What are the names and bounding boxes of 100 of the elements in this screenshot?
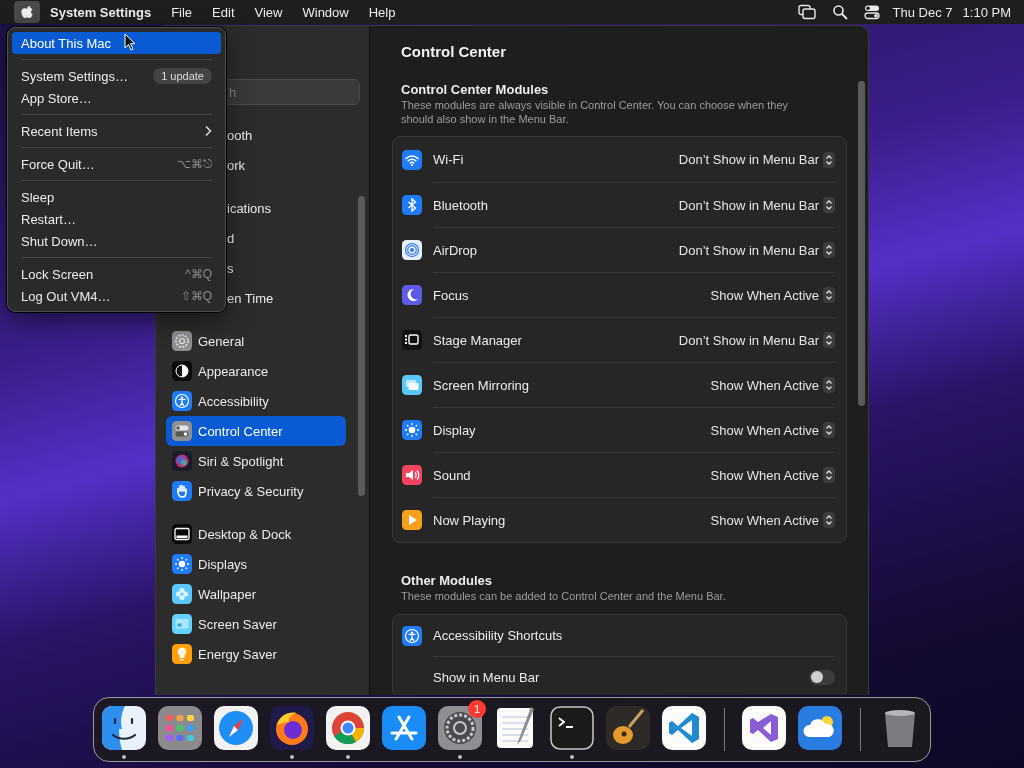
shortcut-text: ⌥⌘⎋	[177, 157, 212, 171]
compass-icon	[213, 705, 259, 751]
wifi-icon	[402, 149, 422, 170]
code-icon	[661, 705, 707, 751]
sidebar-item[interactable]: Wallpaper	[166, 579, 346, 609]
airdrop-icon	[402, 239, 422, 260]
dock-item[interactable]: 1	[432, 698, 488, 761]
hand-icon	[172, 481, 192, 501]
flame-globe-icon	[269, 705, 315, 751]
orb-icon	[172, 451, 192, 471]
running-indicator	[290, 755, 294, 759]
sidebar-item[interactable]: Privacy & Security	[166, 476, 346, 506]
sun-icon	[172, 554, 192, 574]
scrollbar-thumb[interactable]	[358, 196, 365, 496]
screen-icon	[172, 614, 192, 634]
sidebar-item[interactable]: Screen Saver	[166, 609, 346, 639]
module-label: Screen Mirroring	[433, 377, 531, 393]
menu-item[interactable]: About This Mac	[12, 32, 221, 54]
sidebar-item[interactable]: Displays	[166, 549, 346, 579]
guitar-icon	[605, 705, 651, 751]
screen-mirroring-icon	[402, 374, 422, 395]
control-center-icon[interactable]	[863, 4, 880, 20]
module-label: Sound	[433, 467, 472, 483]
section-description: These modules can be added to Control Center and the Menu Bar.	[400, 589, 727, 603]
running-indicator	[458, 755, 462, 759]
visibility-popup[interactable]: Don’t Show in Menu Bar	[678, 242, 835, 258]
sidebar-item[interactable]: Appearance	[166, 356, 346, 386]
cloud-icon	[797, 705, 843, 751]
updown-chevron-icon	[823, 512, 835, 528]
monitor-icon	[172, 524, 192, 544]
updown-chevron-icon	[823, 197, 835, 213]
toggle-switch[interactable]	[809, 669, 835, 685]
module-label: Bluetooth	[433, 197, 489, 213]
section-heading: Control Center Modules	[400, 82, 550, 98]
face-icon	[101, 705, 147, 751]
visibility-popup[interactable]: Show When Active	[710, 422, 835, 438]
date-text[interactable]: Thu Dec 7	[887, 2, 958, 22]
visibility-popup[interactable]: Don’t Show in Menu Bar	[678, 332, 835, 348]
section-description: These modules are always visible in Control Center. You can choose when they should also show in the Menu Bar.	[400, 98, 790, 126]
module-label: AirDrop	[433, 242, 479, 258]
visibility-popup[interactable]: Show When Active	[710, 467, 835, 483]
updown-chevron-icon	[823, 287, 835, 303]
menu-item[interactable]: Lock Screen ^⌘Q	[12, 263, 221, 285]
app-grid-icon	[157, 705, 203, 751]
update-badge: 1 update	[153, 68, 212, 84]
menu-bar-item[interactable]: Window	[292, 2, 359, 22]
updown-chevron-icon	[823, 422, 835, 438]
menu-item[interactable]: Sleep	[12, 186, 221, 208]
menu-item[interactable]: Recent Items	[12, 120, 221, 142]
sidebar-item[interactable]: Desktop & Dock	[166, 519, 346, 549]
pane-title: Control Center	[400, 43, 507, 61]
menu-item[interactable]: Force Quit… ⌥⌘⎋	[12, 153, 221, 175]
section-heading: Other Modules	[400, 573, 493, 589]
bluetooth-icon	[402, 194, 422, 215]
running-indicator	[346, 755, 350, 759]
module-label: Stage Manager	[433, 332, 523, 348]
app-store-icon	[381, 705, 427, 751]
sidebar-item[interactable]: Accessibility	[166, 386, 346, 416]
sidebar-item[interactable]: General	[166, 326, 346, 356]
module-label: Accessibility Shortcuts	[433, 628, 564, 643]
sidebar-item[interactable]: Energy Saver	[166, 639, 346, 669]
shortcut-text: ^⌘Q	[185, 267, 212, 281]
accessibility-icon	[402, 625, 422, 646]
visibility-popup[interactable]: Show When Active	[710, 512, 835, 528]
app-menu[interactable]: System Settings	[40, 2, 162, 22]
mouse-pointer-icon	[124, 33, 136, 51]
visibility-popup[interactable]: Don’t Show in Menu Bar	[678, 151, 835, 168]
updown-chevron-icon	[823, 242, 835, 258]
updown-chevron-icon	[823, 467, 835, 483]
visibility-popup[interactable]: Show When Active	[710, 287, 835, 303]
visibility-popup[interactable]: Show When Active	[710, 377, 835, 393]
menu-item[interactable]: Restart…	[12, 208, 221, 230]
updown-chevron-icon	[823, 332, 835, 348]
shortcut-text: ⇧⌘Q	[180, 289, 212, 303]
moon-icon	[402, 284, 422, 305]
sidebar-item[interactable]: Control Center	[166, 416, 346, 446]
menu-item[interactable]: Log Out VM4… ⇧⌘Q	[12, 285, 221, 307]
accessibility-icon	[172, 391, 192, 411]
contrast-icon	[172, 361, 192, 381]
menu-bar-item[interactable]: File	[161, 2, 203, 22]
gear-icon	[172, 331, 192, 351]
menu-bar-item[interactable]: View	[244, 2, 293, 22]
screens-icon[interactable]	[797, 4, 816, 20]
apple-menu-button[interactable]	[14, 1, 40, 23]
module-label: Display	[433, 422, 477, 438]
menu-bar-item[interactable]: Edit	[202, 2, 245, 22]
running-indicator	[122, 755, 126, 759]
scrollbar-thumb[interactable]	[858, 81, 865, 406]
updown-chevron-icon	[823, 377, 835, 393]
infinity-icon	[741, 705, 787, 751]
bulb-icon	[172, 644, 192, 664]
menu-bar-item[interactable]: Help	[358, 2, 406, 22]
menu-item[interactable]: Shut Down…	[12, 230, 221, 252]
speaker-icon	[402, 464, 422, 485]
visibility-popup[interactable]: Don’t Show in Menu Bar	[678, 197, 835, 213]
sidebar-item[interactable]: Siri & Spotlight	[166, 446, 346, 476]
time-text[interactable]: 1:10 PM	[957, 2, 1016, 22]
search-icon[interactable]	[831, 4, 848, 20]
toggle-label: Show in Menu Bar	[433, 669, 541, 685]
notification-badge: 1	[468, 700, 486, 718]
